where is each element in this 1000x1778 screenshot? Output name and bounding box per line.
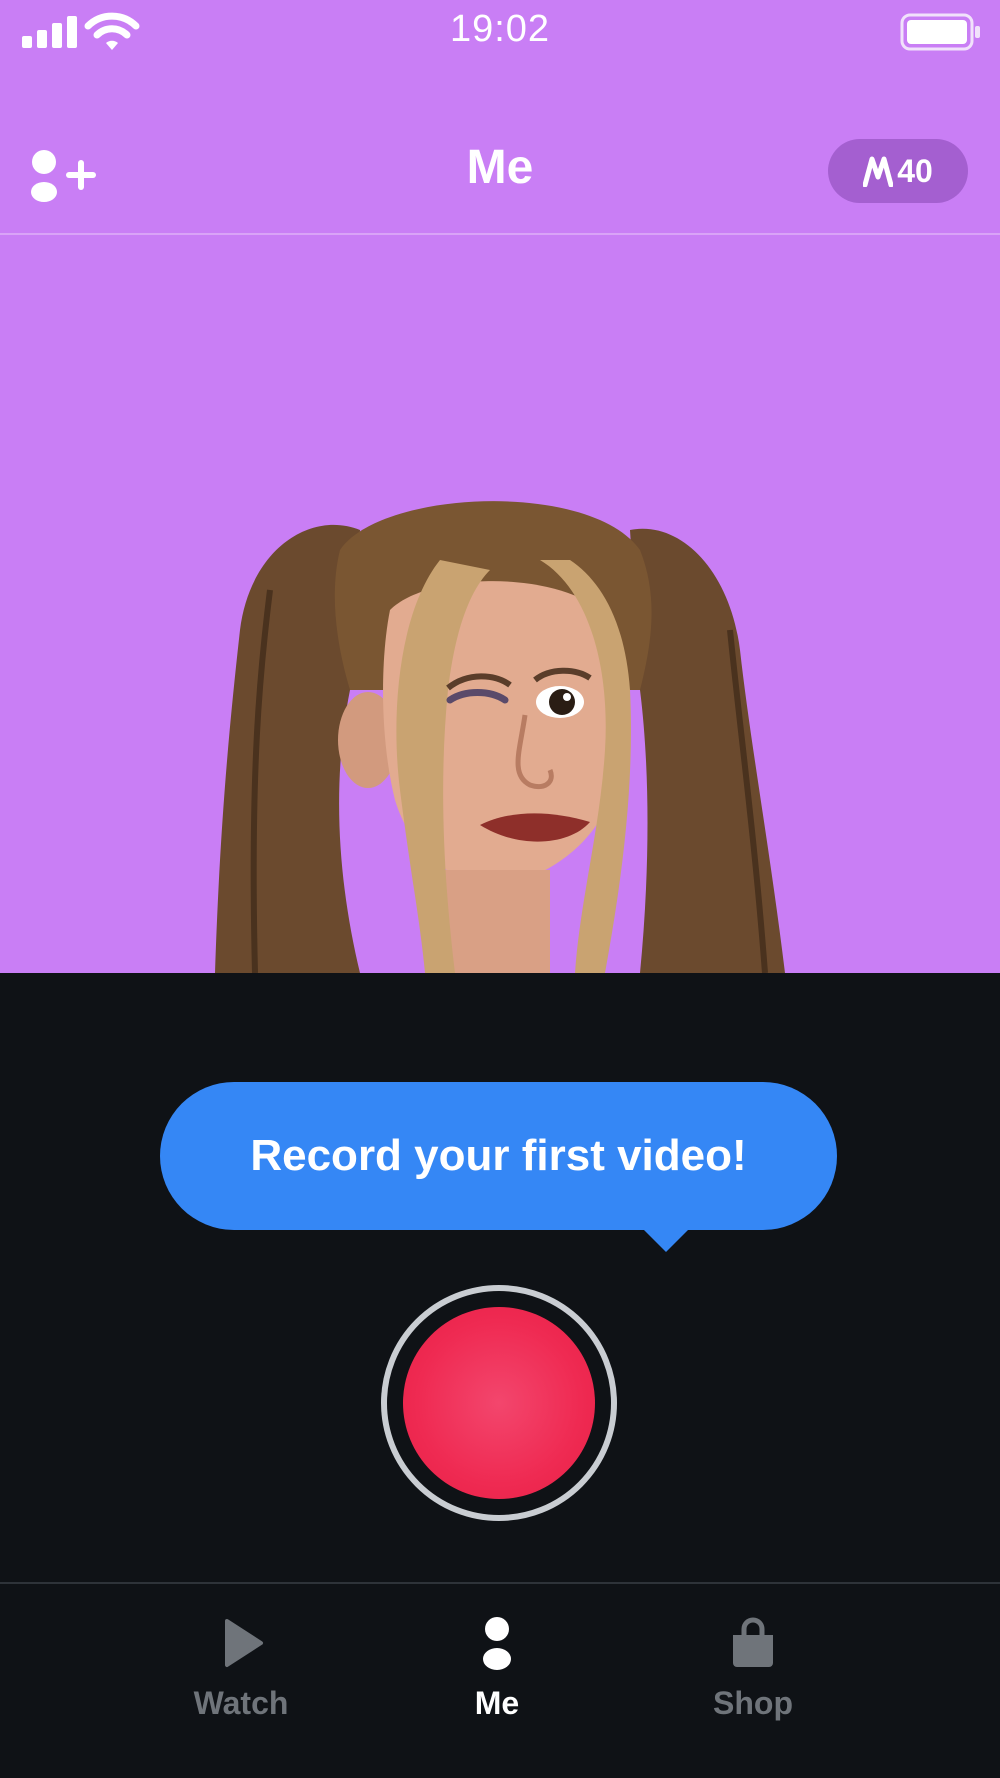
coin-count: 40 [897, 152, 933, 189]
tab-watch[interactable]: Watch [141, 1615, 341, 1745]
avatar-image [215, 501, 785, 973]
person-icon [483, 1617, 511, 1670]
header-divider [0, 233, 1000, 235]
coin-balance-badge[interactable]: 40 [828, 139, 968, 203]
tab-shop[interactable]: Shop [653, 1615, 853, 1745]
play-icon [225, 1619, 263, 1667]
header: Me 40 [0, 120, 1000, 230]
record-hint-text: Record your first video! [250, 1131, 747, 1180]
record-hint-tooltip: Record your first video! [160, 1082, 837, 1252]
status-bar: 19:02 [0, 0, 1000, 62]
tab-bar-divider [0, 1582, 1000, 1584]
tab-me-label: Me [474, 1685, 520, 1721]
tab-me[interactable]: Me [397, 1615, 597, 1745]
record-button-core [403, 1307, 595, 1499]
status-time: 19:02 [449, 8, 551, 50]
avatar-stage: 19:02 Me 40 [0, 0, 1000, 973]
record-button[interactable] [381, 1285, 617, 1521]
bag-icon [733, 1617, 773, 1667]
coin-icon [863, 156, 894, 187]
battery-icon [900, 13, 980, 51]
tab-watch-label: Watch [193, 1685, 289, 1721]
tab-shop-label: Shop [713, 1685, 793, 1721]
